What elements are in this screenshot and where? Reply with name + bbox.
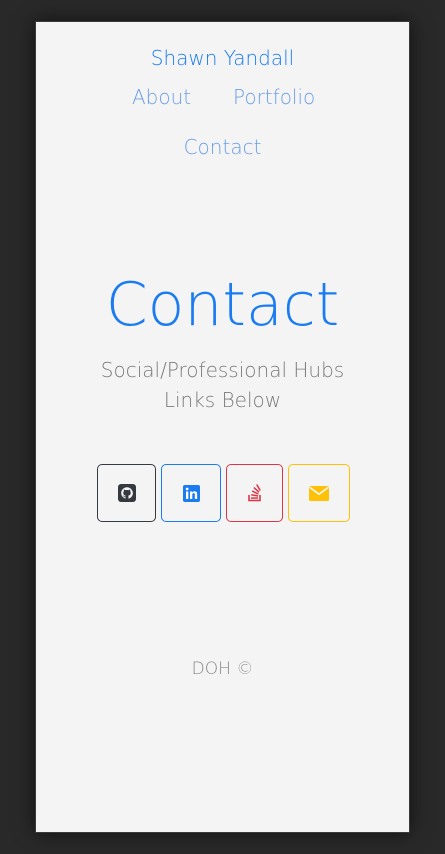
- envelope-icon: [309, 485, 329, 501]
- github-icon: [117, 484, 136, 502]
- nav-link-contact[interactable]: Contact: [36, 135, 409, 159]
- page-subtitle: Social/Professional Hubs Links Below: [100, 358, 345, 412]
- page-card: Shawn Yandall About Portfolio Contact Co…: [35, 21, 410, 833]
- nav-link-about[interactable]: About: [132, 85, 191, 109]
- linkedin-icon: [182, 484, 200, 502]
- footer-copyright: DOH ©: [191, 659, 254, 679]
- linkedin-button[interactable]: [161, 464, 221, 522]
- stackoverflow-button[interactable]: [226, 464, 283, 522]
- page-title: Contact: [105, 270, 340, 340]
- email-button[interactable]: [288, 464, 350, 522]
- github-button[interactable]: [97, 464, 156, 522]
- nav-link-portfolio[interactable]: Portfolio: [233, 85, 315, 109]
- brand-link[interactable]: Shawn Yandall: [36, 46, 409, 70]
- stackoverflow-icon: [247, 484, 261, 502]
